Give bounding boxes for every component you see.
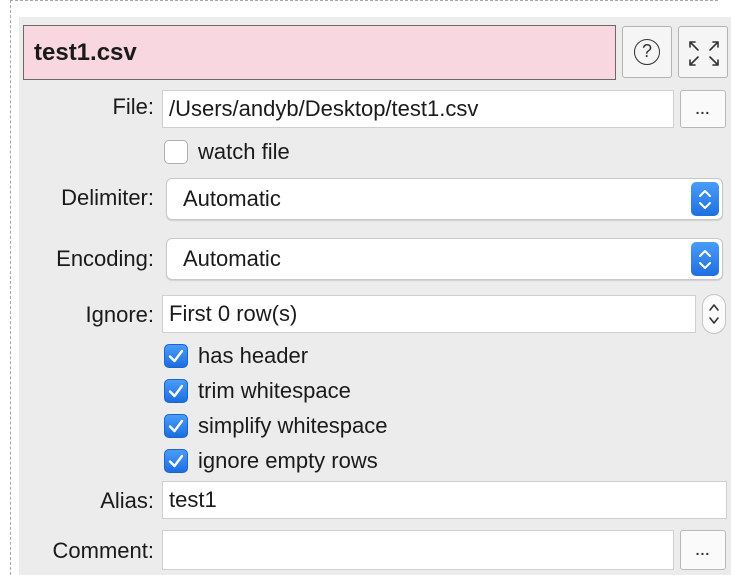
ignore-empty-rows-label: ignore empty rows (198, 448, 378, 473)
encoding-value: Automatic (183, 246, 281, 271)
stepper-chevron-icon (709, 304, 719, 324)
comment-field[interactable] (162, 530, 674, 570)
simplify-whitespace-label: simplify whitespace (198, 413, 388, 438)
delimiter-value: Automatic (183, 186, 281, 211)
delimiter-select[interactable]: Automatic (166, 178, 723, 220)
ignore-rows-stepper[interactable] (702, 294, 726, 334)
comment-edit-button[interactable]: ... (680, 530, 726, 570)
help-button[interactable]: ? (622, 26, 672, 78)
dataset-title[interactable]: test1.csv (23, 25, 616, 80)
ignore-rows-field[interactable]: First 0 row(s) (162, 295, 696, 333)
watch-file-label: watch file (198, 139, 290, 164)
up-down-chevron-icon (691, 242, 719, 276)
file-label: File: (112, 94, 154, 119)
checkmark-icon (168, 349, 184, 363)
ignore-label: Ignore: (85, 302, 155, 327)
checkmark-icon (168, 419, 184, 433)
has-header-label: has header (198, 343, 309, 368)
comment-label: Comment: (52, 538, 154, 563)
trim-whitespace-checkbox[interactable] (164, 379, 188, 403)
maximize-button[interactable] (678, 26, 728, 78)
trim-whitespace-label: trim whitespace (198, 378, 351, 403)
up-down-chevron-icon (691, 182, 719, 216)
watch-file-checkbox[interactable] (164, 140, 188, 164)
ignore-empty-rows-checkbox[interactable] (164, 449, 188, 473)
simplify-whitespace-checkbox[interactable] (164, 414, 188, 438)
expand-arrows-icon (689, 41, 719, 66)
browse-file-button[interactable]: ... (680, 90, 726, 128)
file-path-field[interactable]: /Users/andyb/Desktop/test1.csv (162, 90, 674, 128)
alias-label: Alias: (100, 488, 154, 513)
checkmark-icon (168, 384, 184, 398)
help-circle-icon: ? (634, 39, 660, 65)
has-header-checkbox[interactable] (164, 344, 188, 368)
checkmark-icon (168, 454, 184, 468)
encoding-label: Encoding: (56, 246, 154, 271)
encoding-select[interactable]: Automatic (166, 238, 723, 280)
alias-field[interactable]: test1 (162, 481, 727, 519)
delimiter-label: Delimiter: (61, 185, 154, 210)
